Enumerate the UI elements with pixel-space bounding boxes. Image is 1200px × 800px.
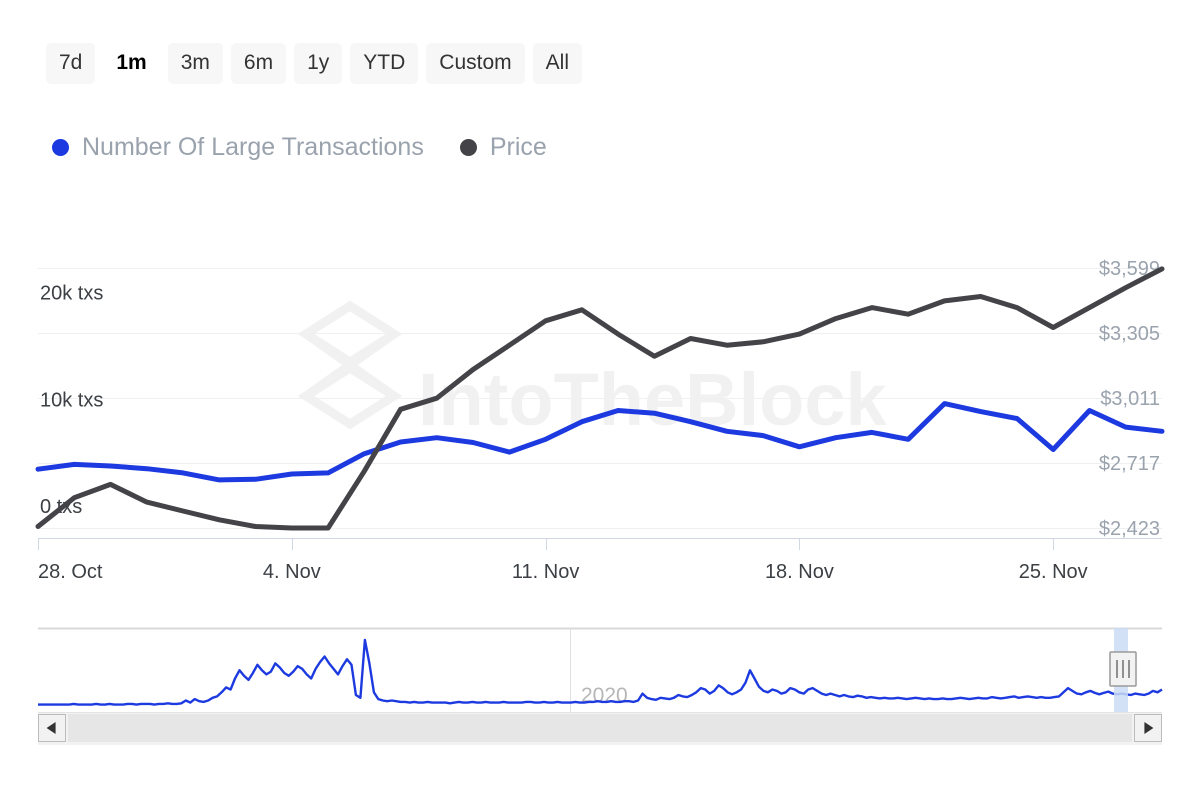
range-button-6m[interactable]: 6m xyxy=(231,43,286,84)
triangle-left-icon xyxy=(47,722,56,734)
y-axis-left-tick-label: 20k txs xyxy=(40,283,103,305)
scroll-left-arrow-button[interactable] xyxy=(38,714,66,742)
y-axis-left-tick-label: 0 txs xyxy=(40,496,82,518)
y-axis-left-tick-label: 10k txs xyxy=(40,389,103,411)
legend-item-large-transactions[interactable]: Number Of Large Transactions xyxy=(52,133,424,161)
legend-label: Number Of Large Transactions xyxy=(82,133,424,161)
range-button-label: YTD xyxy=(363,51,405,74)
series-line-large-transactions xyxy=(38,404,1162,480)
legend-marker-dot-icon xyxy=(52,139,69,156)
y-axis-left-labels: 0 txs 10k txs 20k txs xyxy=(40,283,103,518)
range-button-1m[interactable]: 1m xyxy=(103,43,159,84)
navigator-background xyxy=(38,628,1162,712)
navigator-scrollbar[interactable] xyxy=(38,712,1162,744)
navigator-handle[interactable] xyxy=(1110,652,1136,686)
y-axis-right-tick-label: $2,423 xyxy=(1099,518,1160,540)
legend-marker-dot-icon xyxy=(460,139,477,156)
range-button-label: 7d xyxy=(59,51,82,74)
series-lines xyxy=(38,269,1162,528)
range-button-label: 1y xyxy=(307,51,329,74)
range-button-all[interactable]: All xyxy=(533,43,582,84)
x-axis-labels: 28. Oct 4. Nov 11. Nov 18. Nov 25. Nov xyxy=(38,561,1088,583)
intotheblock-logo-icon xyxy=(306,306,394,424)
y-axis-right-labels: $2,423 $2,717 $3,011 $3,305 $3,599 xyxy=(1099,258,1160,540)
y-axis-right-tick-label: $3,011 xyxy=(1100,388,1160,410)
watermark-label: IntoTheBlock xyxy=(418,358,888,441)
range-button-label: 1m xyxy=(116,51,146,74)
scrollbar-thumb[interactable] xyxy=(68,714,1132,742)
scroll-right-arrow-button[interactable] xyxy=(1134,714,1162,742)
x-axis-tick-label: 28. Oct xyxy=(38,561,103,583)
range-button-label: Custom xyxy=(439,51,511,74)
intotheblock-watermark: IntoTheBlock xyxy=(306,306,888,441)
chart-canvas: IntoTheBlock 0 txs10k txs20k txs $2,423$… xyxy=(0,0,1200,800)
range-button-label: 3m xyxy=(181,51,210,74)
x-axis-tick-label: 18. Nov xyxy=(765,561,834,583)
large-transactions-chart-page: 7d 1m 3m 6m 1y YTD Custom All Number Of Large T… xyxy=(0,0,1200,800)
range-button-label: All xyxy=(546,51,569,74)
x-axis-tick-label: 25. Nov xyxy=(1019,561,1088,583)
navigator-panel[interactable]: 2020 xyxy=(38,628,1162,712)
y-axis-right-tick-label: $2,717 xyxy=(1099,453,1160,475)
range-button-ytd[interactable]: YTD xyxy=(350,43,418,84)
navigator-sparkline xyxy=(38,640,1162,705)
x-axis-tick-label: 11. Nov xyxy=(512,561,579,583)
x-axis-ticks xyxy=(39,538,1054,550)
range-button-1y[interactable]: 1y xyxy=(294,43,342,84)
y-axis-right-tick-label: $3,305 xyxy=(1099,323,1160,345)
range-button-custom[interactable]: Custom xyxy=(426,43,524,84)
chart-svg: IntoTheBlock 0 txs10k txs20k txs $2,423$… xyxy=(0,0,1200,800)
chart-legend: Number Of Large Transactions Price xyxy=(52,133,547,161)
triangle-right-icon xyxy=(1144,722,1153,734)
range-button-3m[interactable]: 3m xyxy=(168,43,223,84)
range-button-7d[interactable]: 7d xyxy=(46,43,95,84)
navigator-year-label: 2020 xyxy=(581,684,628,707)
series-line-price xyxy=(38,269,1162,528)
x-axis-tick-label: 4. Nov xyxy=(263,561,321,583)
legend-label: Price xyxy=(490,133,547,161)
navigator-selected-range[interactable] xyxy=(1114,628,1128,712)
y-axis-right-tick-label: $3,599 xyxy=(1099,258,1160,280)
grid-lines xyxy=(38,269,1162,539)
legend-item-price[interactable]: Price xyxy=(460,133,547,161)
range-selector: 7d 1m 3m 6m 1y YTD Custom All xyxy=(46,43,582,84)
range-button-label: 6m xyxy=(244,51,273,74)
